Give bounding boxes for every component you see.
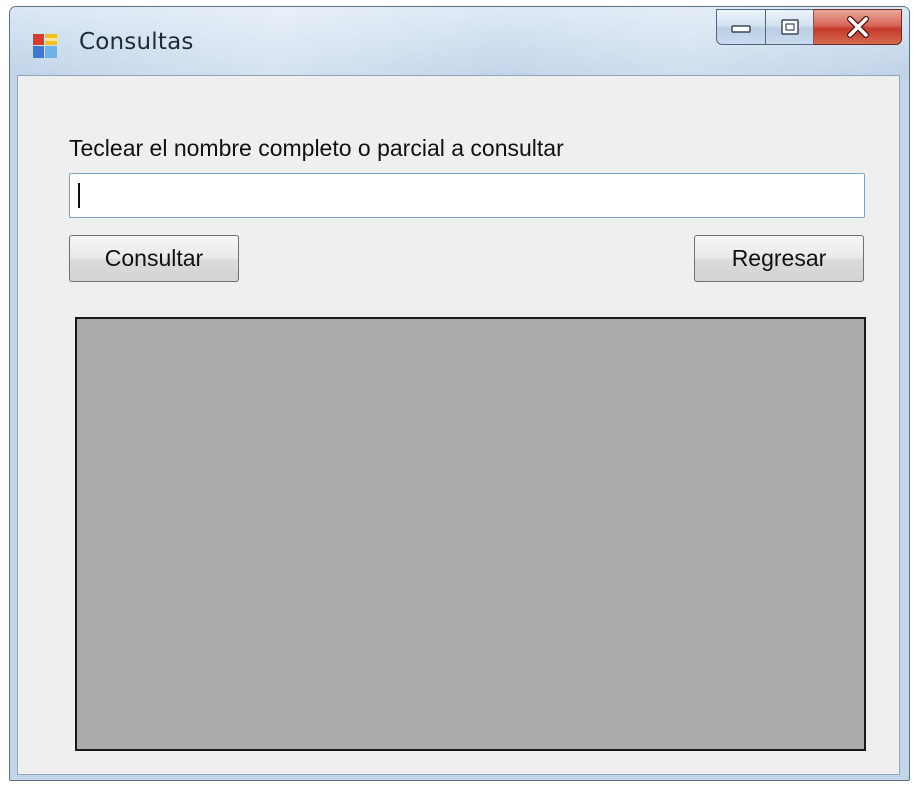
close-button[interactable] <box>814 9 902 45</box>
consultas-window: Consultas Teclear el nombre completo o p… <box>9 6 910 781</box>
maximize-button[interactable] <box>766 9 814 45</box>
form-client-area: Teclear el nombre completo o parcial a c… <box>17 75 900 775</box>
title-bar[interactable]: Consultas <box>10 7 909 75</box>
consultar-button[interactable]: Consultar <box>69 235 239 282</box>
name-search-input[interactable] <box>69 173 865 218</box>
form-app-icon <box>33 34 57 58</box>
regresar-button[interactable]: Regresar <box>694 235 864 282</box>
results-data-grid[interactable] <box>75 317 866 751</box>
close-icon <box>846 16 869 38</box>
window-title: Consultas <box>79 29 194 55</box>
text-caret <box>78 183 80 208</box>
search-prompt-label: Teclear el nombre completo o parcial a c… <box>69 135 564 161</box>
maximize-icon <box>780 19 799 35</box>
caption-buttons <box>716 9 902 47</box>
minimize-button[interactable] <box>716 9 766 45</box>
minimize-icon <box>731 25 751 33</box>
